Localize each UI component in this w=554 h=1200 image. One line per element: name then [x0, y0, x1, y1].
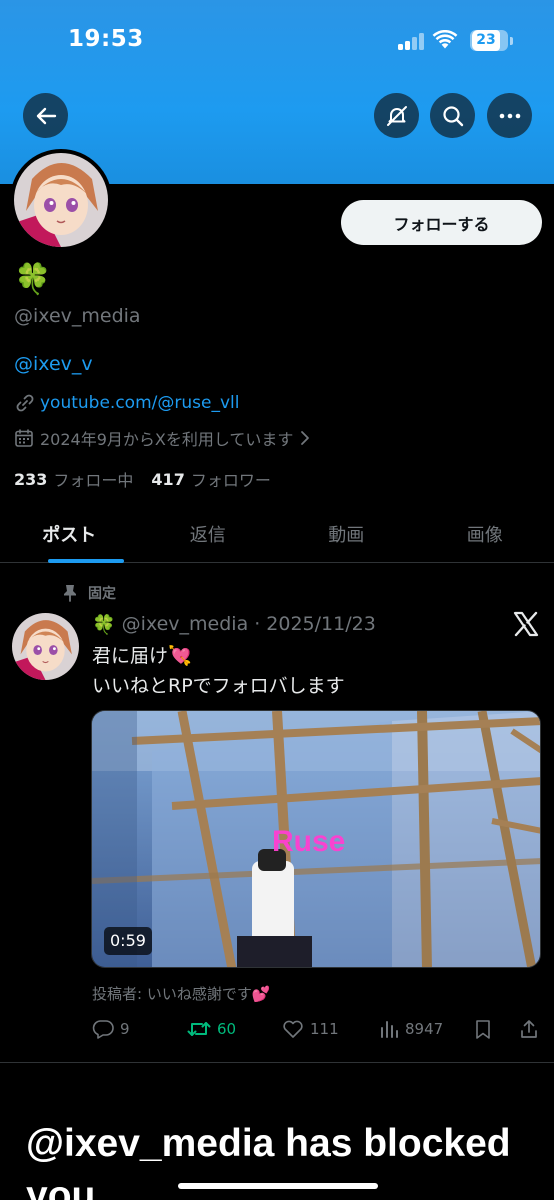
- signal-icon: [398, 32, 426, 50]
- share-button[interactable]: [519, 1014, 539, 1044]
- poster-note: 投稿者: いいね感謝です💕: [92, 985, 271, 1003]
- profile-handle: @ixev_media: [14, 305, 141, 327]
- followers-label[interactable]: フォロワー: [191, 467, 271, 491]
- repost-icon: [187, 1022, 211, 1036]
- display-name: 🍀: [14, 262, 52, 297]
- tab-posts[interactable]: ポスト: [0, 505, 139, 562]
- tweet-video[interactable]: Ruse: [91, 710, 541, 968]
- video-thumbnail: Ruse: [92, 711, 540, 967]
- like-button[interactable]: 111: [282, 1014, 339, 1044]
- reply-button[interactable]: 9: [92, 1014, 130, 1044]
- tab-replies[interactable]: 返信: [139, 505, 278, 562]
- status-time: 19:53: [68, 26, 144, 52]
- reply-icon: [92, 1020, 114, 1039]
- muted-notifications-button[interactable]: [374, 93, 419, 138]
- tweet-text-line: いいねとRPでフォロバします: [92, 675, 345, 697]
- profile-avatar[interactable]: [10, 149, 112, 251]
- website-link[interactable]: youtube.com/@ruse_vll: [40, 393, 239, 413]
- bio-mention-link[interactable]: @ixev_v: [14, 353, 93, 375]
- joined-row[interactable]: 2024年9月からXを利用しています: [14, 426, 311, 450]
- tweet-header: 🍀 @ixev_media · 2025/11/23: [92, 610, 376, 638]
- repost-count: 60: [217, 1020, 237, 1038]
- battery-nub: [510, 37, 513, 45]
- bar-chart-icon: [381, 1021, 398, 1038]
- tweet-actions: 9 60 111 8947: [92, 1014, 542, 1044]
- repost-button[interactable]: 60: [187, 1014, 236, 1044]
- followers-count[interactable]: 417: [151, 470, 184, 489]
- pinned-label: 固定: [88, 586, 116, 602]
- search-button[interactable]: [430, 93, 475, 138]
- tweet-text-line: 君に届け💘: [92, 645, 192, 667]
- video-overlay-text: Ruse: [272, 825, 345, 858]
- active-tab-indicator: [48, 559, 124, 563]
- following-label[interactable]: フォロー中: [53, 467, 133, 491]
- arrow-left-icon: [36, 107, 56, 124]
- tweet-date[interactable]: 2025/11/23: [266, 613, 376, 635]
- pin-icon: [64, 585, 76, 602]
- pinned-indicator: 固定: [62, 582, 116, 604]
- heart-icon: [283, 1020, 303, 1038]
- share-icon: [521, 1020, 537, 1038]
- no-bell-icon: [386, 105, 407, 126]
- views-button[interactable]: 8947: [379, 1014, 443, 1044]
- link-icon: [16, 394, 34, 412]
- website-row: youtube.com/@ruse_vll: [14, 391, 239, 415]
- following-count[interactable]: 233: [14, 470, 47, 489]
- anime-avatar-icon: [12, 613, 79, 680]
- video-duration: 0:59: [104, 927, 152, 955]
- feed-divider: [0, 1062, 554, 1063]
- bookmark-button[interactable]: [474, 1014, 492, 1044]
- tweet-separator: ·: [254, 613, 261, 635]
- home-indicator[interactable]: [178, 1183, 378, 1189]
- tweet-text: 君に届け💘 いいねとRPでフォロバします: [92, 641, 532, 701]
- profile-tabs: ポスト 返信 動画 画像: [0, 505, 554, 563]
- tweet-author-handle[interactable]: @ixev_media: [122, 613, 249, 635]
- wifi-icon: [432, 29, 458, 50]
- chevron-right-icon: [301, 431, 310, 445]
- joined-text: 2024年9月からXを利用しています: [40, 430, 294, 449]
- bookmark-icon: [476, 1020, 490, 1039]
- more-dots-icon: [499, 113, 520, 118]
- tab-images[interactable]: 画像: [416, 505, 554, 562]
- reply-count: 9: [120, 1020, 130, 1038]
- tweet-author-name[interactable]: 🍀: [92, 613, 116, 636]
- back-button[interactable]: [23, 93, 68, 138]
- x-logo-icon: [512, 610, 540, 638]
- anime-avatar-icon: [14, 153, 108, 247]
- battery-icon: 23: [470, 30, 508, 51]
- view-count: 8947: [405, 1020, 444, 1038]
- more-button[interactable]: [487, 93, 532, 138]
- search-icon: [442, 105, 463, 126]
- tweet-avatar[interactable]: [12, 613, 79, 680]
- follow-button[interactable]: フォローする: [341, 200, 542, 245]
- status-bar: 19:53 23: [0, 0, 554, 80]
- tab-videos[interactable]: 動画: [277, 505, 416, 562]
- like-count: 111: [310, 1020, 339, 1038]
- calendar-icon: [15, 429, 33, 447]
- follow-counts: 233 フォロー中 417 フォロワー: [14, 467, 289, 491]
